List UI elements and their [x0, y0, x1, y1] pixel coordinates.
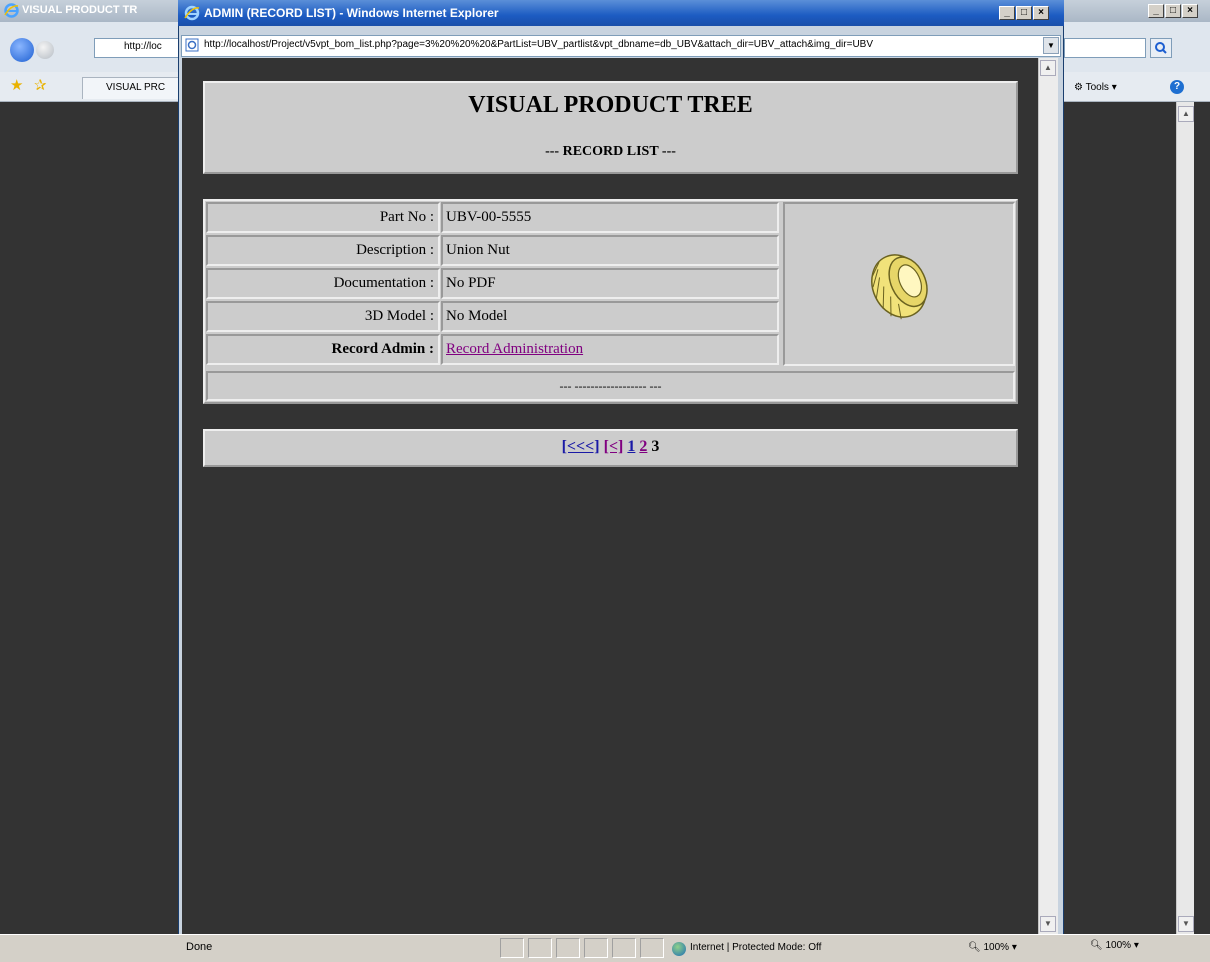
- back-button[interactable]: [10, 38, 34, 62]
- model-value: No Model: [441, 301, 779, 332]
- scroll-down-icon[interactable]: ▼: [1178, 916, 1194, 932]
- documentation-label: Documentation :: [206, 268, 440, 299]
- scroll-down-icon[interactable]: ▼: [1040, 916, 1056, 932]
- part-image-cell: [783, 202, 1015, 366]
- popup-vertical-scrollbar[interactable]: [1038, 58, 1058, 934]
- background-address-text: http://loc: [124, 41, 162, 52]
- background-window-title: VISUAL PRODUCT TR: [22, 4, 138, 16]
- help-icon[interactable]: ?: [1170, 80, 1184, 94]
- search-box[interactable]: [1064, 38, 1146, 58]
- zoom-icon: 🔍︎: [968, 942, 981, 953]
- pager: [<<<] [<] 1 2 3: [203, 438, 1018, 456]
- description-value: Union Nut: [441, 235, 779, 266]
- model-label: 3D Model :: [206, 301, 440, 332]
- maximize-icon[interactable]: □: [1016, 6, 1032, 20]
- tools-menu[interactable]: ⚙ Tools ▾: [1074, 82, 1117, 93]
- add-favorite-icon[interactable]: ✰: [34, 76, 47, 94]
- page-subtitle: --- RECORD LIST ---: [545, 144, 676, 159]
- pager-page-1-link[interactable]: 1: [627, 438, 635, 455]
- ie-logo-icon: [4, 3, 19, 18]
- page-icon: [185, 38, 199, 52]
- popup-window-title: ADMIN (RECORD LIST) - Windows Internet E…: [204, 6, 499, 20]
- record-admin-cell: Record Administration: [441, 334, 779, 365]
- popup-caption-buttons: _ □ ×: [999, 6, 1049, 20]
- scroll-up-icon[interactable]: ▲: [1040, 60, 1056, 76]
- background-vertical-scrollbar[interactable]: [1176, 102, 1194, 934]
- record-administration-link[interactable]: Record Administration: [446, 341, 583, 357]
- minimize-icon[interactable]: _: [1148, 4, 1164, 18]
- status-slot: [556, 938, 580, 958]
- background-tab-label: VISUAL PRC: [106, 82, 166, 93]
- part-no-value: UBV-00-5555: [441, 202, 779, 233]
- page-title: VISUAL PRODUCT TREE: [468, 92, 753, 118]
- minimize-icon[interactable]: _: [999, 6, 1015, 20]
- status-slot: [528, 938, 552, 958]
- pager-page-2-link[interactable]: 2: [639, 438, 647, 455]
- popup-zoom-control[interactable]: 🔍︎ 100% ▾: [968, 942, 1017, 953]
- favorites-star-icon[interactable]: ★: [10, 76, 23, 94]
- pager-current-page: 3: [651, 438, 660, 455]
- scroll-up-icon[interactable]: ▲: [1178, 106, 1194, 122]
- close-icon[interactable]: ×: [1033, 6, 1049, 20]
- popup-zoom-value: 100%: [983, 942, 1010, 953]
- popup-url-text: http://localhost/Project/v5vpt_bom_list.…: [204, 39, 874, 50]
- internet-zone-icon[interactable]: [672, 942, 686, 956]
- tools-label: Tools: [1085, 82, 1109, 93]
- background-zoom-value: 100%: [1105, 940, 1132, 951]
- documentation-value: No PDF: [441, 268, 779, 299]
- popup-page-area: [182, 58, 1038, 934]
- forward-button[interactable]: [36, 41, 54, 59]
- zoom-icon: 🔍︎: [1090, 940, 1103, 951]
- description-label: Description :: [206, 235, 440, 266]
- background-zoom-control[interactable]: 🔍︎ 100% ▾: [1090, 940, 1186, 956]
- tools-gear-icon: ⚙: [1074, 82, 1083, 93]
- part-no-label: Part No :: [206, 202, 440, 233]
- status-slot: [500, 938, 524, 958]
- pager-first-link[interactable]: [<<<]: [562, 438, 600, 455]
- background-caption-buttons: _ □ ×: [1148, 4, 1198, 18]
- status-text: Done: [186, 941, 213, 953]
- record-admin-label: Record Admin :: [206, 334, 440, 365]
- maximize-icon[interactable]: □: [1165, 4, 1181, 18]
- status-slot: [584, 938, 608, 958]
- search-icon: [1155, 42, 1167, 54]
- record-footer: --- ------------------ ---: [206, 371, 1015, 401]
- status-slot: [612, 938, 636, 958]
- background-page-area: [1064, 102, 1176, 934]
- ie-logo-icon: [184, 5, 200, 21]
- search-button[interactable]: [1150, 38, 1172, 58]
- status-slot: [640, 938, 664, 958]
- close-icon[interactable]: ×: [1182, 4, 1198, 18]
- union-nut-image[interactable]: [785, 204, 1013, 364]
- security-zone-text[interactable]: Internet | Protected Mode: Off: [690, 942, 821, 953]
- address-dropdown-icon[interactable]: ▼: [1043, 37, 1059, 54]
- pager-prev-link[interactable]: [<]: [604, 438, 624, 455]
